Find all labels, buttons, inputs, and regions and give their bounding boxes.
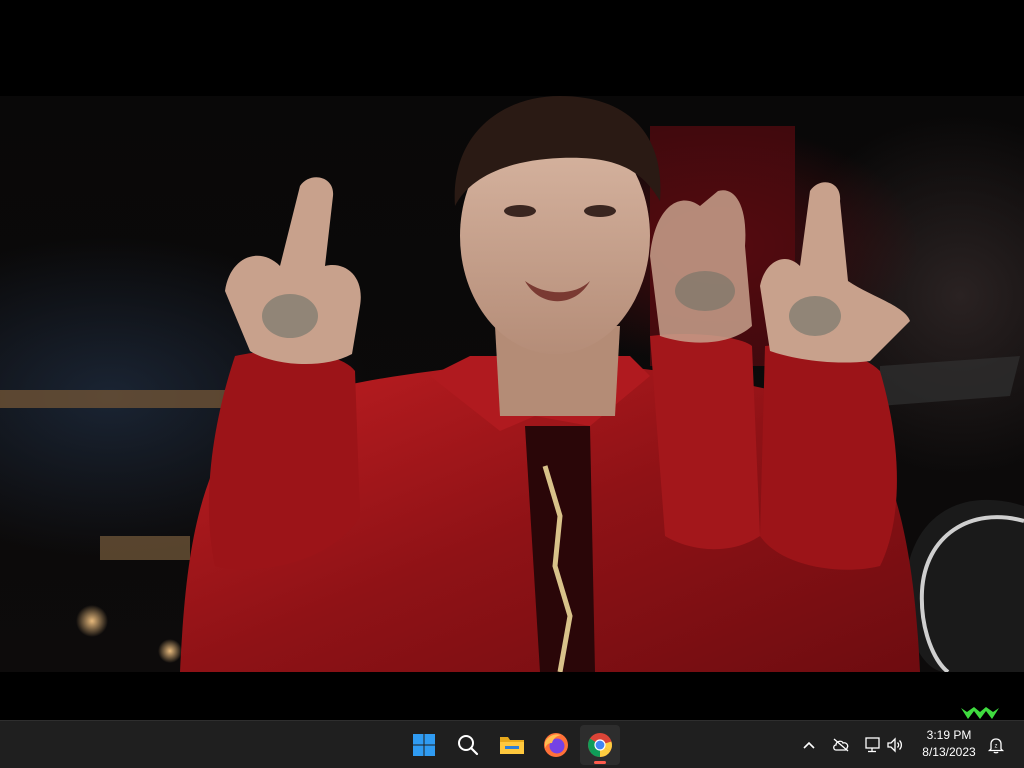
notifications-button[interactable]: z [986,735,1006,755]
clock-time: 3:19 PM [926,728,972,742]
right-eye [584,205,616,217]
hand-tattoo [789,296,841,336]
network-icon [865,737,880,753]
onedrive-status-button[interactable] [831,735,851,755]
speaker-icon [887,737,903,753]
chrome-icon [588,733,612,757]
background-light [158,639,182,663]
firefox-button[interactable] [536,725,576,765]
taskbar: 3:19 PM 8/13/2023 z [0,720,1024,768]
start-button[interactable] [404,725,444,765]
watermark-logo-icon [961,707,999,719]
chevron-up-icon [803,741,815,749]
background-lamp [100,536,190,560]
left-eye [504,205,536,217]
right-hand-blurred [650,190,752,343]
search-button[interactable] [448,725,488,765]
right-inner-sleeve [650,334,760,550]
background-shelf [0,390,230,408]
show-hidden-icons-button[interactable] [799,735,819,755]
video-scene [0,96,1024,672]
svg-text:z: z [995,744,998,750]
search-icon [458,735,479,756]
hand-tattoo [675,271,735,311]
windows-logo-icon [413,734,435,756]
chrome-button[interactable] [580,725,620,765]
bell-icon: z [987,738,1005,754]
video-frame[interactable] [0,96,1024,672]
clock-date: 8/13/2023 [922,745,976,759]
left-sleeve [208,351,360,570]
system-clock[interactable]: 3:19 PM 8/13/2023 [914,727,984,763]
folder-icon [500,737,524,754]
right-sleeve [760,344,897,570]
volume-control-button[interactable] [885,735,905,755]
file-explorer-button[interactable] [492,725,532,765]
hand-tattoo [262,294,318,338]
running-indicator [594,761,606,764]
firefox-icon [544,733,568,757]
background-light [76,605,108,637]
background-car-panel [880,356,1020,406]
cloud-offline-icon [833,738,849,752]
network-status-button[interactable] [863,735,883,755]
